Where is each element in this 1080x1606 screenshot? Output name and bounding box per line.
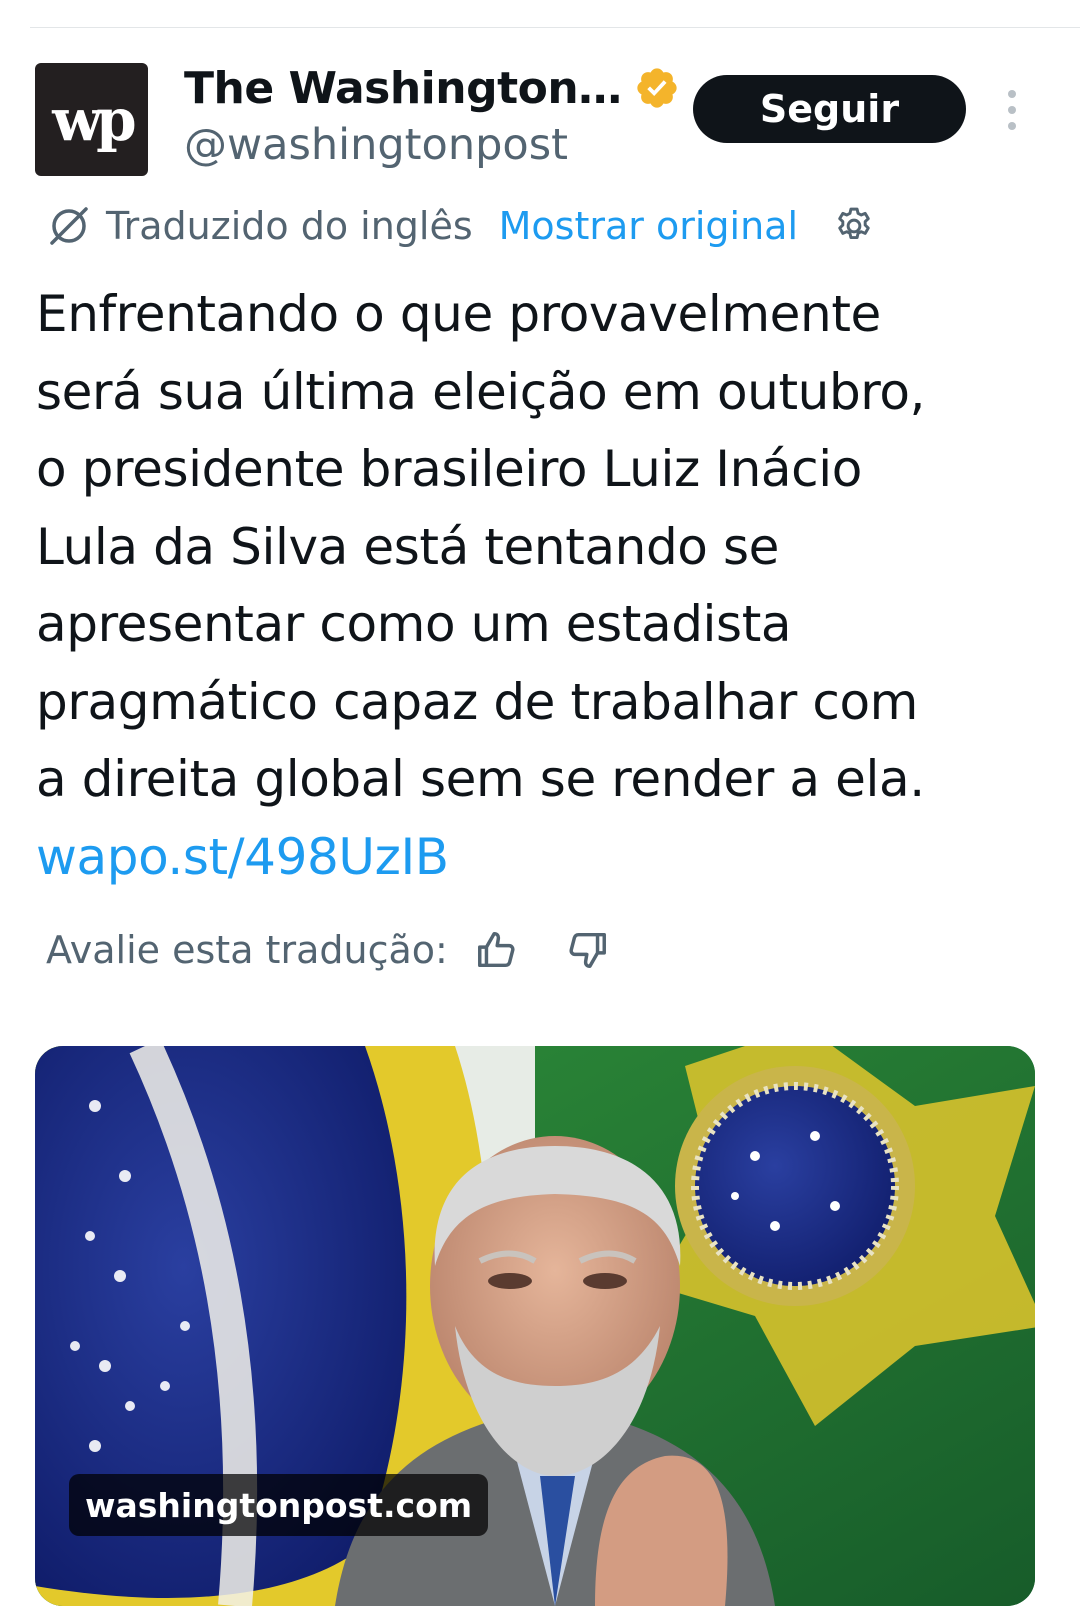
link-card-image[interactable]: washingtonpost.com bbox=[35, 1046, 1035, 1606]
tweet-line: será sua última eleição em outubro, bbox=[36, 362, 926, 421]
rate-translation: Avalie esta tradução: bbox=[46, 920, 610, 980]
verified-badge-icon bbox=[637, 68, 677, 108]
tweet-line: a direita global sem se render a ela. bbox=[36, 750, 925, 808]
translation-bar: Traduzido do inglês Mostrar original bbox=[46, 197, 876, 255]
tweet-line: o presidente brasileiro Luiz Inácio bbox=[36, 440, 862, 498]
show-original-link[interactable]: Mostrar original bbox=[499, 204, 798, 248]
display-name[interactable]: The Washington… bbox=[184, 63, 622, 114]
gear-icon[interactable] bbox=[832, 204, 876, 248]
translated-from-label: Traduzido do inglês bbox=[106, 204, 473, 248]
thumbs-down-icon[interactable] bbox=[564, 927, 610, 973]
tweet-line: apresentar como um estadista bbox=[36, 595, 792, 653]
avatar-logo-text: wp bbox=[52, 85, 137, 154]
translate-icon bbox=[50, 207, 88, 245]
tweet-line: pragmático capaz de trabalhar com bbox=[36, 672, 918, 731]
thumbs-up-icon[interactable] bbox=[474, 927, 520, 973]
name-row[interactable]: The Washington… bbox=[184, 60, 680, 116]
top-divider bbox=[30, 27, 1080, 28]
more-vertical-icon[interactable] bbox=[998, 88, 1026, 132]
tweet-link[interactable]: wapo.st/498UzIB bbox=[36, 819, 1046, 897]
rate-translation-label: Avalie esta tradução: bbox=[46, 928, 448, 972]
handle[interactable]: @washingtonpost bbox=[184, 120, 568, 170]
tweet-line: Enfrentando o que provavelmente bbox=[36, 285, 881, 343]
link-card-domain: washingtonpost.com bbox=[69, 1474, 489, 1536]
tweet-line: Lula da Silva está tentando se bbox=[36, 517, 779, 576]
avatar[interactable]: wp bbox=[35, 63, 148, 176]
follow-button[interactable]: Seguir bbox=[693, 75, 966, 143]
tweet-text: Enfrentando o que provavelmente será sua… bbox=[36, 276, 1046, 896]
